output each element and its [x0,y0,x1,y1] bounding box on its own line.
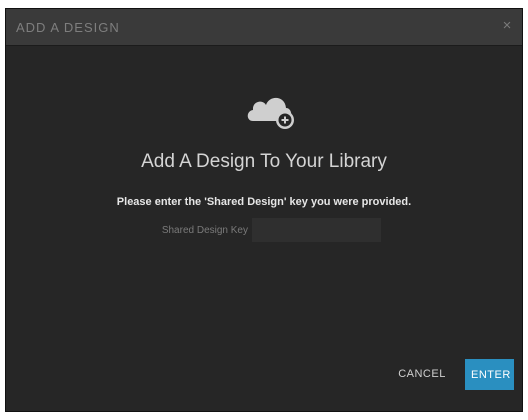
shared-design-key-label: Shared Design Key [161,225,248,236]
cancel-button[interactable]: CANCEL [392,359,452,389]
instruction-text: Please enter the 'Shared Design' key you… [116,196,412,208]
dialog-heading: Add A Design To Your Library [141,151,387,172]
shared-design-key-input[interactable] [252,218,381,242]
dialog-title: ADD A DESIGN [16,20,120,35]
dialog-titlebar: ADD A DESIGN × [6,9,522,46]
enter-button[interactable]: ENTER [465,359,514,390]
close-icon[interactable]: × [498,17,516,35]
cloud-add-icon [245,85,297,133]
add-design-dialog: ADD A DESIGN × Add A Design To Your Libr… [5,8,523,412]
